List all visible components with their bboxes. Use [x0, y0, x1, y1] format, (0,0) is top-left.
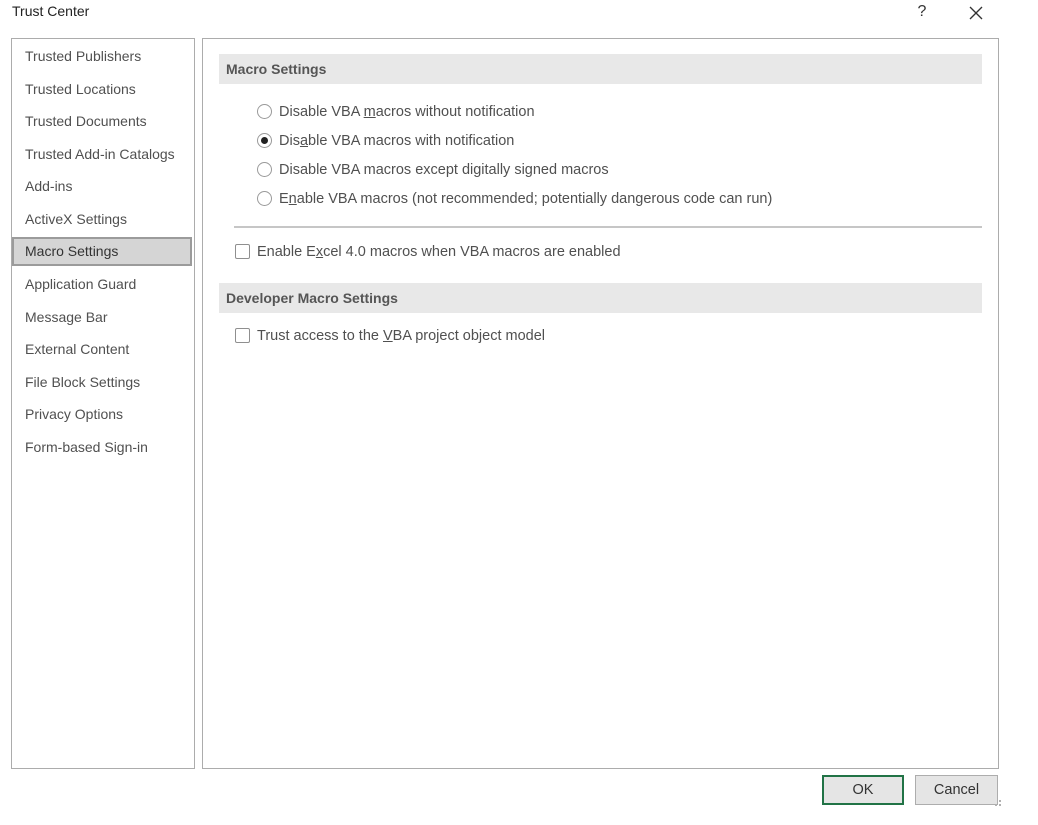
developer-macro-settings-header: Developer Macro Settings: [219, 283, 982, 313]
checkbox[interactable]: [235, 328, 250, 343]
sidebar-item-external-content[interactable]: External Content: [13, 335, 191, 364]
radio-label: Disable VBA macros except digitally sign…: [279, 162, 609, 178]
sidebar-item-activex-settings[interactable]: ActiveX Settings: [13, 205, 191, 234]
ok-button[interactable]: OK: [822, 775, 904, 805]
checkbox[interactable]: [235, 244, 250, 259]
radio-button[interactable]: [257, 133, 272, 148]
radio-label: Enable VBA macros (not recommended; pote…: [279, 191, 773, 207]
help-button[interactable]: ?: [912, 1, 932, 23]
cancel-button[interactable]: Cancel: [915, 775, 998, 805]
content-panel: Macro Settings Disable VBA macros withou…: [202, 38, 999, 769]
sidebar-item-trusted-publishers[interactable]: Trusted Publishers: [13, 42, 191, 71]
sidebar-item-trusted-documents[interactable]: Trusted Documents: [13, 107, 191, 136]
radio-label: Disable VBA macros without notification: [279, 104, 535, 120]
dialog-title: Trust Center: [12, 3, 90, 19]
sidebar-item-file-block-settings[interactable]: File Block Settings: [13, 368, 191, 397]
sidebar-item-trusted-locations[interactable]: Trusted Locations: [13, 75, 191, 104]
trust-center-dialog: Trust Center ? Trusted Publishers Truste…: [0, 0, 1005, 825]
sidebar-item-message-bar[interactable]: Message Bar: [13, 303, 191, 332]
close-button[interactable]: [964, 2, 988, 24]
radio-label: Disable VBA macros with notification: [279, 133, 515, 149]
close-icon: [969, 6, 983, 20]
radio-button[interactable]: [257, 104, 272, 119]
sidebar-item-macro-settings[interactable]: Macro Settings: [12, 237, 192, 266]
macro-settings-header: Macro Settings: [219, 54, 982, 84]
radio-button[interactable]: [257, 162, 272, 177]
sidebar-item-add-ins[interactable]: Add-ins: [13, 172, 191, 201]
sidebar-item-form-based-sign-in[interactable]: Form-based Sign-in: [13, 433, 191, 462]
resize-grip-icon[interactable]: [995, 800, 1003, 808]
checkbox-label: Trust access to the VBA project object m…: [257, 328, 545, 344]
sidebar-item-privacy-options[interactable]: Privacy Options: [13, 400, 191, 429]
sidebar-item-application-guard[interactable]: Application Guard: [13, 270, 191, 299]
sidebar-item-trusted-add-in-catalogs[interactable]: Trusted Add-in Catalogs: [13, 140, 191, 169]
checkbox-label: Enable Excel 4.0 macros when VBA macros …: [257, 244, 621, 260]
sidebar-nav: Trusted Publishers Trusted Locations Tru…: [11, 38, 195, 769]
section-divider: [234, 226, 982, 228]
radio-button[interactable]: [257, 191, 272, 206]
background-strip: [1005, 0, 1038, 825]
